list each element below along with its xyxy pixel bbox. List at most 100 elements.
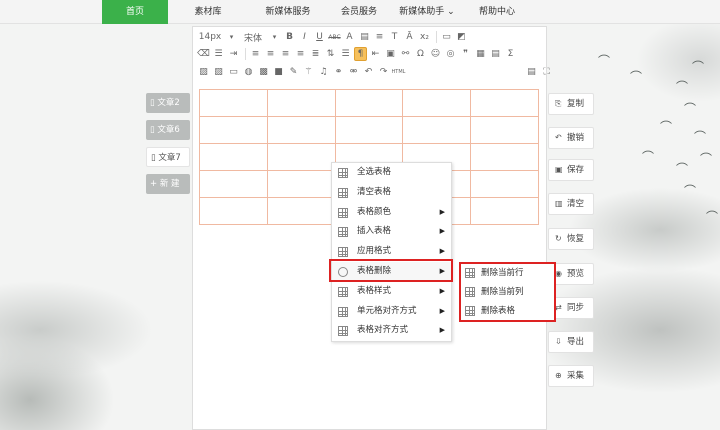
- new-article-button[interactable]: + 新 建: [146, 174, 190, 194]
- article-item-2[interactable]: ▯ 文章2: [146, 93, 190, 113]
- action-button-2[interactable]: ▣ 保存: [548, 159, 594, 181]
- link-icon[interactable]: ⚭: [332, 65, 345, 79]
- table-cell[interactable]: [266, 170, 336, 198]
- action-button-7[interactable]: ⇩ 导出: [548, 331, 594, 353]
- bold-button[interactable]: B: [283, 30, 296, 44]
- edit-icon[interactable]: ◩: [455, 30, 468, 44]
- article-item-6[interactable]: ▯ 文章6: [146, 120, 190, 140]
- table-cell[interactable]: [470, 116, 539, 144]
- table-cell[interactable]: [199, 170, 268, 198]
- nav-material-library[interactable]: 素材库: [178, 0, 238, 24]
- context-menu-item-6[interactable]: 表格样式 ▶: [332, 282, 451, 302]
- eraser-icon[interactable]: ⌫: [197, 47, 210, 61]
- music-icon[interactable]: ♫: [317, 65, 330, 79]
- context-menu-item-2[interactable]: 表格颜色 ▶: [332, 203, 451, 223]
- special-char-icon[interactable]: Ω: [414, 47, 427, 61]
- nav-member-service[interactable]: 会员服务: [328, 0, 390, 24]
- film-icon[interactable]: ▩: [257, 65, 270, 79]
- context-menu-item-1[interactable]: 清空表格: [332, 183, 451, 203]
- video-icon[interactable]: ■: [272, 65, 285, 79]
- delete-current-row[interactable]: 删除当前行: [461, 264, 554, 283]
- quote-icon[interactable]: ❞: [459, 47, 472, 61]
- action-button-0[interactable]: ⎘ 复制: [548, 93, 594, 115]
- table-cell[interactable]: [470, 89, 539, 117]
- font-icon[interactable]: ≡: [373, 30, 386, 44]
- redo-icon[interactable]: ↷: [377, 65, 390, 79]
- paint-icon[interactable]: ✎: [287, 65, 300, 79]
- html-button[interactable]: HTML: [392, 65, 406, 79]
- superscript-icon[interactable]: Ā: [403, 30, 416, 44]
- table-cell[interactable]: [470, 170, 539, 198]
- distribute-icon[interactable]: ≣: [309, 47, 322, 61]
- undo-icon[interactable]: ↶: [362, 65, 375, 79]
- strikethrough-button[interactable]: ABC: [328, 30, 341, 44]
- table-cell[interactable]: [199, 143, 268, 171]
- table-grid-icon: [338, 227, 348, 238]
- edit-mode-icon[interactable]: ▤: [525, 65, 538, 79]
- map-icon[interactable]: ◎: [444, 47, 457, 61]
- font-color-button[interactable]: A: [343, 30, 356, 44]
- background-color-icon[interactable]: ▤: [358, 30, 371, 44]
- indent-icon[interactable]: ⇥: [227, 47, 240, 61]
- image-icon[interactable]: ▨: [197, 65, 210, 79]
- table-cell[interactable]: [470, 143, 539, 171]
- table-cell[interactable]: [199, 116, 268, 144]
- align-left-icon[interactable]: ≡: [249, 47, 262, 61]
- align-center-icon[interactable]: ≡: [264, 47, 277, 61]
- article-item-7[interactable]: ▯ 文章7: [146, 147, 190, 167]
- emoji-icon[interactable]: ☺: [429, 47, 442, 61]
- table-cell[interactable]: [266, 143, 336, 171]
- table-cell[interactable]: [199, 197, 268, 225]
- table-cell[interactable]: [334, 89, 404, 117]
- screen-icon[interactable]: ▭: [227, 65, 240, 79]
- context-menu-item-3[interactable]: 插入表格 ▶: [332, 222, 451, 242]
- line-spacing-icon[interactable]: ☰: [212, 47, 225, 61]
- action-icon: ◉: [555, 269, 562, 278]
- context-menu-item-0[interactable]: 全选表格: [332, 163, 451, 183]
- align-justify-icon[interactable]: ≡: [294, 47, 307, 61]
- action-button-4[interactable]: ↻ 恢复: [548, 228, 594, 250]
- formula-icon[interactable]: Σ: [504, 47, 517, 61]
- image-text-icon[interactable]: ▣: [384, 47, 397, 61]
- link-icon[interactable]: ⚯: [399, 47, 412, 61]
- table-cell[interactable]: [266, 89, 336, 117]
- unlink-icon[interactable]: ⚮: [347, 65, 360, 79]
- table-cell[interactable]: [266, 116, 336, 144]
- fullscreen-icon[interactable]: ⛶: [540, 65, 553, 79]
- delete-current-column[interactable]: 删除当前列: [461, 283, 554, 302]
- table-cell[interactable]: [402, 116, 472, 144]
- action-button-3[interactable]: ▥ 清空: [548, 193, 594, 215]
- table-icon[interactable]: ▤: [489, 47, 502, 61]
- format-painter-icon[interactable]: ¶: [354, 47, 367, 61]
- magic-wand-icon[interactable]: ⚚: [302, 65, 315, 79]
- table-cell[interactable]: [402, 89, 472, 117]
- font-family-select[interactable]: 宋体: [240, 30, 266, 44]
- table-cell[interactable]: [470, 197, 539, 225]
- delete-table[interactable]: 删除表格: [461, 302, 554, 321]
- multi-image-icon[interactable]: ▨: [212, 65, 225, 79]
- context-menu-item-7[interactable]: 单元格对齐方式 ▶: [332, 302, 451, 322]
- font-size-select[interactable]: 14px: [197, 30, 223, 44]
- context-menu-item-8[interactable]: 表格对齐方式 ▶: [332, 321, 451, 341]
- table-cell[interactable]: [334, 116, 404, 144]
- nav-help-center[interactable]: 帮助中心: [466, 0, 528, 24]
- italic-button[interactable]: I: [298, 30, 311, 44]
- action-button-1[interactable]: ↶ 撤销: [548, 127, 594, 149]
- align-right-icon[interactable]: ≡: [279, 47, 292, 61]
- table-cell[interactable]: [266, 197, 336, 225]
- direction-icon[interactable]: ⇤: [369, 47, 382, 61]
- spacing-icon[interactable]: ⇅: [324, 47, 337, 61]
- nav-media-service[interactable]: 新媒体服务: [248, 0, 328, 24]
- action-button-8[interactable]: ⊕ 采集: [548, 365, 594, 387]
- camera-icon[interactable]: ◍: [242, 65, 255, 79]
- table-cell[interactable]: [199, 89, 268, 117]
- nav-media-assistant[interactable]: 新媒体助手 ⌄: [386, 0, 468, 24]
- underline-button[interactable]: U: [313, 30, 326, 44]
- text-format-icon[interactable]: T: [388, 30, 401, 44]
- document-icon[interactable]: ▭: [440, 30, 453, 44]
- paste-icon[interactable]: ▦: [474, 47, 487, 61]
- subscript-icon[interactable]: x₂: [418, 30, 431, 44]
- list-icon[interactable]: ☰: [339, 47, 352, 61]
- nav-home[interactable]: 首页: [102, 0, 168, 24]
- action-icon: ⇩: [555, 337, 562, 346]
